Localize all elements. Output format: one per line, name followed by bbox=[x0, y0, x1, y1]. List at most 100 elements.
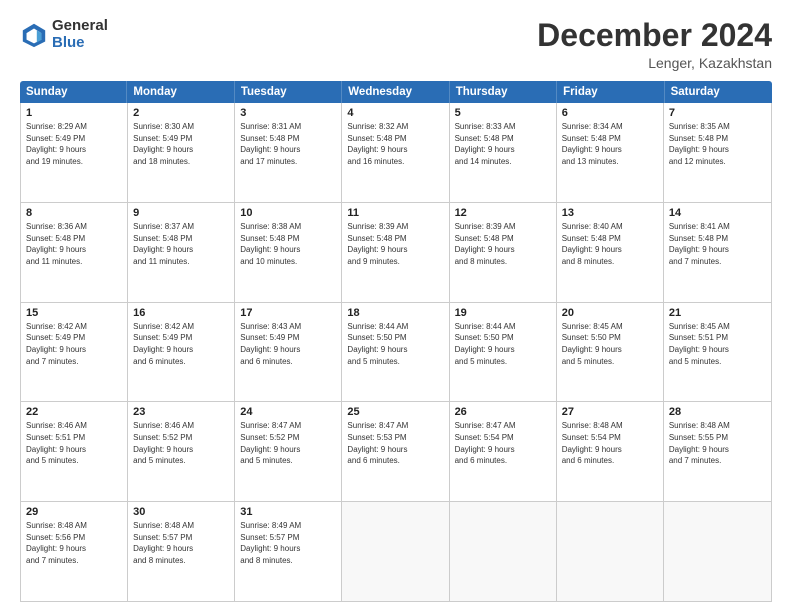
cell-text: Sunrise: 8:48 AMSunset: 5:54 PMDaylight:… bbox=[562, 420, 658, 466]
day-num: 17 bbox=[240, 307, 336, 319]
cell-text: Sunrise: 8:33 AMSunset: 5:48 PMDaylight:… bbox=[455, 121, 551, 167]
cell-dec26: 26 Sunrise: 8:47 AMSunset: 5:54 PMDaylig… bbox=[450, 402, 557, 501]
logo-general: General bbox=[52, 18, 108, 35]
cell-text: Sunrise: 8:46 AMSunset: 5:51 PMDaylight:… bbox=[26, 420, 122, 466]
header: General Blue December 2024 Lenger, Kazak… bbox=[20, 18, 772, 71]
cell-dec9: 9 Sunrise: 8:37 AMSunset: 5:48 PMDayligh… bbox=[128, 203, 235, 302]
cell-text: Sunrise: 8:44 AMSunset: 5:50 PMDaylight:… bbox=[347, 321, 443, 367]
day-num: 5 bbox=[455, 107, 551, 119]
cell-dec19: 19 Sunrise: 8:44 AMSunset: 5:50 PMDaylig… bbox=[450, 303, 557, 402]
week-3: 15 Sunrise: 8:42 AMSunset: 5:49 PMDaylig… bbox=[21, 303, 771, 403]
cell-dec23: 23 Sunrise: 8:46 AMSunset: 5:52 PMDaylig… bbox=[128, 402, 235, 501]
main-title: December 2024 bbox=[537, 18, 772, 53]
col-friday: Friday bbox=[557, 81, 664, 103]
day-num: 30 bbox=[133, 506, 229, 518]
day-num: 12 bbox=[455, 207, 551, 219]
col-monday: Monday bbox=[127, 81, 234, 103]
title-block: December 2024 Lenger, Kazakhstan bbox=[537, 18, 772, 71]
cell-dec30: 30 Sunrise: 8:48 AMSunset: 5:57 PMDaylig… bbox=[128, 502, 235, 601]
day-num: 10 bbox=[240, 207, 336, 219]
cell-dec29: 29 Sunrise: 8:48 AMSunset: 5:56 PMDaylig… bbox=[21, 502, 128, 601]
day-num: 20 bbox=[562, 307, 658, 319]
day-num: 18 bbox=[347, 307, 443, 319]
cell-text: Sunrise: 8:37 AMSunset: 5:48 PMDaylight:… bbox=[133, 221, 229, 267]
day-num: 7 bbox=[669, 107, 766, 119]
cell-text: Sunrise: 8:39 AMSunset: 5:48 PMDaylight:… bbox=[347, 221, 443, 267]
cell-dec4: 4 Sunrise: 8:32 AMSunset: 5:48 PMDayligh… bbox=[342, 103, 449, 202]
day-num: 6 bbox=[562, 107, 658, 119]
cell-empty-2 bbox=[450, 502, 557, 601]
cell-dec22: 22 Sunrise: 8:46 AMSunset: 5:51 PMDaylig… bbox=[21, 402, 128, 501]
cell-dec25: 25 Sunrise: 8:47 AMSunset: 5:53 PMDaylig… bbox=[342, 402, 449, 501]
col-saturday: Saturday bbox=[665, 81, 772, 103]
day-num: 11 bbox=[347, 207, 443, 219]
day-num: 3 bbox=[240, 107, 336, 119]
week-4: 22 Sunrise: 8:46 AMSunset: 5:51 PMDaylig… bbox=[21, 402, 771, 502]
cell-text: Sunrise: 8:46 AMSunset: 5:52 PMDaylight:… bbox=[133, 420, 229, 466]
cell-text: Sunrise: 8:48 AMSunset: 5:57 PMDaylight:… bbox=[133, 520, 229, 566]
cell-dec27: 27 Sunrise: 8:48 AMSunset: 5:54 PMDaylig… bbox=[557, 402, 664, 501]
cell-dec6: 6 Sunrise: 8:34 AMSunset: 5:48 PMDayligh… bbox=[557, 103, 664, 202]
logo-icon bbox=[20, 21, 48, 49]
col-wednesday: Wednesday bbox=[342, 81, 449, 103]
cell-dec11: 11 Sunrise: 8:39 AMSunset: 5:48 PMDaylig… bbox=[342, 203, 449, 302]
day-num: 2 bbox=[133, 107, 229, 119]
cell-text: Sunrise: 8:29 AMSunset: 5:49 PMDaylight:… bbox=[26, 121, 122, 167]
logo-blue: Blue bbox=[52, 35, 108, 52]
cell-dec28: 28 Sunrise: 8:48 AMSunset: 5:55 PMDaylig… bbox=[664, 402, 771, 501]
cell-text: Sunrise: 8:36 AMSunset: 5:48 PMDaylight:… bbox=[26, 221, 122, 267]
day-num: 16 bbox=[133, 307, 229, 319]
calendar-body: 1 Sunrise: 8:29 AMSunset: 5:49 PMDayligh… bbox=[20, 103, 772, 602]
cell-dec1: 1 Sunrise: 8:29 AMSunset: 5:49 PMDayligh… bbox=[21, 103, 128, 202]
cell-text: Sunrise: 8:32 AMSunset: 5:48 PMDaylight:… bbox=[347, 121, 443, 167]
cell-text: Sunrise: 8:47 AMSunset: 5:52 PMDaylight:… bbox=[240, 420, 336, 466]
cell-dec12: 12 Sunrise: 8:39 AMSunset: 5:48 PMDaylig… bbox=[450, 203, 557, 302]
day-num: 4 bbox=[347, 107, 443, 119]
day-num: 25 bbox=[347, 406, 443, 418]
cell-text: Sunrise: 8:35 AMSunset: 5:48 PMDaylight:… bbox=[669, 121, 766, 167]
cell-text: Sunrise: 8:41 AMSunset: 5:48 PMDaylight:… bbox=[669, 221, 766, 267]
cell-dec18: 18 Sunrise: 8:44 AMSunset: 5:50 PMDaylig… bbox=[342, 303, 449, 402]
cell-text: Sunrise: 8:49 AMSunset: 5:57 PMDaylight:… bbox=[240, 520, 336, 566]
day-num: 14 bbox=[669, 207, 766, 219]
logo-text: General Blue bbox=[52, 18, 108, 51]
cell-text: Sunrise: 8:39 AMSunset: 5:48 PMDaylight:… bbox=[455, 221, 551, 267]
cell-text: Sunrise: 8:44 AMSunset: 5:50 PMDaylight:… bbox=[455, 321, 551, 367]
calendar-page: General Blue December 2024 Lenger, Kazak… bbox=[0, 0, 792, 612]
cell-text: Sunrise: 8:47 AMSunset: 5:54 PMDaylight:… bbox=[455, 420, 551, 466]
cell-dec17: 17 Sunrise: 8:43 AMSunset: 5:49 PMDaylig… bbox=[235, 303, 342, 402]
cell-dec3: 3 Sunrise: 8:31 AMSunset: 5:48 PMDayligh… bbox=[235, 103, 342, 202]
day-num: 8 bbox=[26, 207, 122, 219]
cell-dec15: 15 Sunrise: 8:42 AMSunset: 5:49 PMDaylig… bbox=[21, 303, 128, 402]
cell-text: Sunrise: 8:48 AMSunset: 5:56 PMDaylight:… bbox=[26, 520, 122, 566]
cell-dec2: 2 Sunrise: 8:30 AMSunset: 5:49 PMDayligh… bbox=[128, 103, 235, 202]
cell-dec13: 13 Sunrise: 8:40 AMSunset: 5:48 PMDaylig… bbox=[557, 203, 664, 302]
col-thursday: Thursday bbox=[450, 81, 557, 103]
cell-text: Sunrise: 8:42 AMSunset: 5:49 PMDaylight:… bbox=[133, 321, 229, 367]
cell-dec31: 31 Sunrise: 8:49 AMSunset: 5:57 PMDaylig… bbox=[235, 502, 342, 601]
day-num: 24 bbox=[240, 406, 336, 418]
day-num: 1 bbox=[26, 107, 122, 119]
day-num: 28 bbox=[669, 406, 766, 418]
day-num: 23 bbox=[133, 406, 229, 418]
day-num: 15 bbox=[26, 307, 122, 319]
week-1: 1 Sunrise: 8:29 AMSunset: 5:49 PMDayligh… bbox=[21, 103, 771, 203]
cell-dec7: 7 Sunrise: 8:35 AMSunset: 5:48 PMDayligh… bbox=[664, 103, 771, 202]
logo: General Blue bbox=[20, 18, 108, 51]
cell-text: Sunrise: 8:40 AMSunset: 5:48 PMDaylight:… bbox=[562, 221, 658, 267]
day-num: 26 bbox=[455, 406, 551, 418]
cell-text: Sunrise: 8:38 AMSunset: 5:48 PMDaylight:… bbox=[240, 221, 336, 267]
cell-text: Sunrise: 8:42 AMSunset: 5:49 PMDaylight:… bbox=[26, 321, 122, 367]
cell-dec16: 16 Sunrise: 8:42 AMSunset: 5:49 PMDaylig… bbox=[128, 303, 235, 402]
cell-dec20: 20 Sunrise: 8:45 AMSunset: 5:50 PMDaylig… bbox=[557, 303, 664, 402]
cell-text: Sunrise: 8:30 AMSunset: 5:49 PMDaylight:… bbox=[133, 121, 229, 167]
cell-text: Sunrise: 8:43 AMSunset: 5:49 PMDaylight:… bbox=[240, 321, 336, 367]
col-sunday: Sunday bbox=[20, 81, 127, 103]
cell-empty-3 bbox=[557, 502, 664, 601]
cell-text: Sunrise: 8:48 AMSunset: 5:55 PMDaylight:… bbox=[669, 420, 766, 466]
calendar: Sunday Monday Tuesday Wednesday Thursday… bbox=[20, 81, 772, 602]
day-num: 31 bbox=[240, 506, 336, 518]
cell-dec5: 5 Sunrise: 8:33 AMSunset: 5:48 PMDayligh… bbox=[450, 103, 557, 202]
cell-empty-1 bbox=[342, 502, 449, 601]
cell-text: Sunrise: 8:31 AMSunset: 5:48 PMDaylight:… bbox=[240, 121, 336, 167]
